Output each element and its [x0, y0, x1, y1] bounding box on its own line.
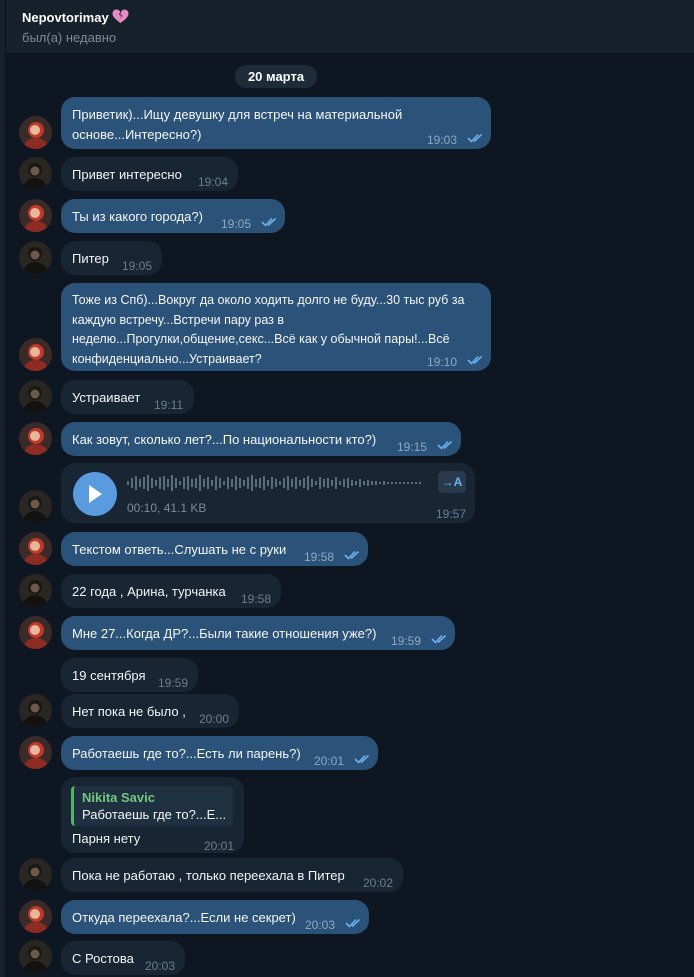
message-bubble[interactable]: 22 года , Арина, турчанка 19:58 [61, 574, 281, 608]
transcribe-button[interactable]: →A [438, 471, 466, 493]
avatar-sender[interactable] [19, 199, 52, 232]
message-time: 20:01 [314, 754, 345, 768]
message-bubble[interactable]: Работаешь где то?...Есть ли парень?) 20:… [61, 736, 378, 770]
avatar-sender[interactable] [19, 900, 52, 933]
read-check-icon [431, 634, 447, 644]
avatar-sender[interactable] [19, 116, 52, 149]
avatar-contact[interactable] [19, 380, 52, 413]
message-bubble[interactable]: Откуда переехала?...Если не секрет) 20:0… [61, 900, 369, 934]
read-check-icon [354, 754, 370, 764]
avatar-contact[interactable] [19, 241, 52, 274]
avatar-contact[interactable] [19, 858, 52, 891]
read-check-icon [345, 918, 361, 928]
read-check-icon [344, 550, 360, 560]
avatar-sender[interactable] [19, 532, 52, 565]
avatar-contact[interactable] [19, 574, 52, 607]
play-button[interactable] [73, 472, 117, 516]
reply-message-bubble[interactable]: Nikita Savic Работаешь где то?...Е... Па… [61, 777, 244, 853]
read-check-icon [261, 217, 277, 227]
message-time: 20:02 [363, 876, 394, 890]
avatar-contact[interactable] [19, 157, 52, 190]
message-bubble[interactable]: Устраивает 19:11 [61, 380, 194, 414]
reply-author: Nikita Savic [82, 790, 155, 805]
message-time: 20:00 [199, 712, 230, 726]
message-time: 19:59 [158, 676, 189, 690]
message-text: Тоже из Спб)...Вокруг да около ходить до… [72, 293, 465, 367]
message-bubble[interactable]: Ты из какого города?) 19:05 [61, 199, 285, 233]
message-time: 19:04 [198, 175, 229, 189]
message-time: 19:59 [391, 634, 422, 648]
message-bubble[interactable]: Питер 19:05 [61, 241, 162, 275]
message-text: Как зовут, сколько лет?...По национально… [72, 432, 377, 447]
voice-duration-size: 00:10, 41.1 KB [127, 501, 207, 515]
avatar-sender[interactable] [19, 422, 52, 455]
message-time: 19:58 [304, 550, 335, 564]
play-icon [89, 485, 102, 503]
message-text: Приветик)...Ищу девушку для встреч на ма… [72, 107, 403, 142]
message-bubble[interactable]: Мне 27...Когда ДР?...Были такие отношени… [61, 616, 455, 650]
waveform[interactable] [127, 473, 427, 493]
message-bubble[interactable]: Приветик)...Ищу девушку для встреч на ма… [61, 97, 491, 149]
chat-header[interactable]: Nepovtorimay был(а) недавно [6, 0, 694, 54]
message-time: 19:03 [427, 133, 458, 147]
contact-name: Nepovtorimay [22, 10, 109, 25]
message-time: 19:15 [397, 440, 428, 454]
message-bubble[interactable]: Как зовут, сколько лет?...По национально… [61, 422, 461, 456]
message-time: 19:58 [241, 592, 272, 606]
message-bubble[interactable]: Нет пока не было , 20:00 [61, 694, 239, 728]
avatar-sender[interactable] [19, 338, 52, 371]
chat-title[interactable]: Nepovtorimay [22, 9, 129, 27]
message-time: 19:10 [427, 355, 458, 369]
message-bubble[interactable]: Привет интересно 19:04 [61, 157, 238, 191]
contact-status: был(а) недавно [22, 30, 117, 45]
message-time: 19:05 [221, 217, 252, 231]
avatar-sender[interactable] [19, 616, 52, 649]
message-time: 19:05 [122, 259, 153, 273]
voice-message-bubble[interactable]: 00:10, 41.1 KB →A 19:57 [61, 463, 475, 523]
avatar-contact[interactable] [19, 694, 52, 727]
message-time: 20:01 [204, 839, 235, 853]
left-panel-edge [0, 0, 6, 977]
avatar-contact[interactable] [19, 490, 52, 523]
avatar-sender[interactable] [19, 736, 52, 769]
message-time: 19:57 [436, 507, 467, 521]
message-time: 19:11 [154, 398, 184, 412]
reply-quote[interactable]: Nikita Savic Работаешь где то?...Е... [71, 786, 233, 826]
message-bubble[interactable]: Пока не работаю , только переехала в Пит… [61, 858, 403, 892]
message-time: 20:03 [145, 959, 176, 973]
date-separator: 20 марта [235, 65, 317, 88]
message-bubble[interactable]: С Ростова 20:03 [61, 941, 185, 975]
message-text: Парня нету [72, 831, 141, 846]
avatar-contact[interactable] [19, 940, 52, 973]
message-bubble[interactable]: Текстом ответь...Слушать не с руки 19:58 [61, 532, 368, 566]
read-check-icon [467, 133, 483, 143]
broken-heart-icon [112, 9, 129, 27]
read-check-icon [467, 355, 483, 365]
read-check-icon [437, 440, 453, 450]
message-bubble[interactable]: 19 сентября 19:59 [61, 658, 198, 692]
reply-quoted-text: Работаешь где то?...Е... [82, 807, 227, 822]
message-time: 20:03 [305, 918, 336, 932]
message-bubble[interactable]: Тоже из Спб)...Вокруг да около ходить до… [61, 283, 491, 371]
message-text: Пока не работаю , только переехала в Пит… [72, 868, 345, 883]
message-text: Мне 27...Когда ДР?...Были такие отношени… [72, 626, 377, 641]
